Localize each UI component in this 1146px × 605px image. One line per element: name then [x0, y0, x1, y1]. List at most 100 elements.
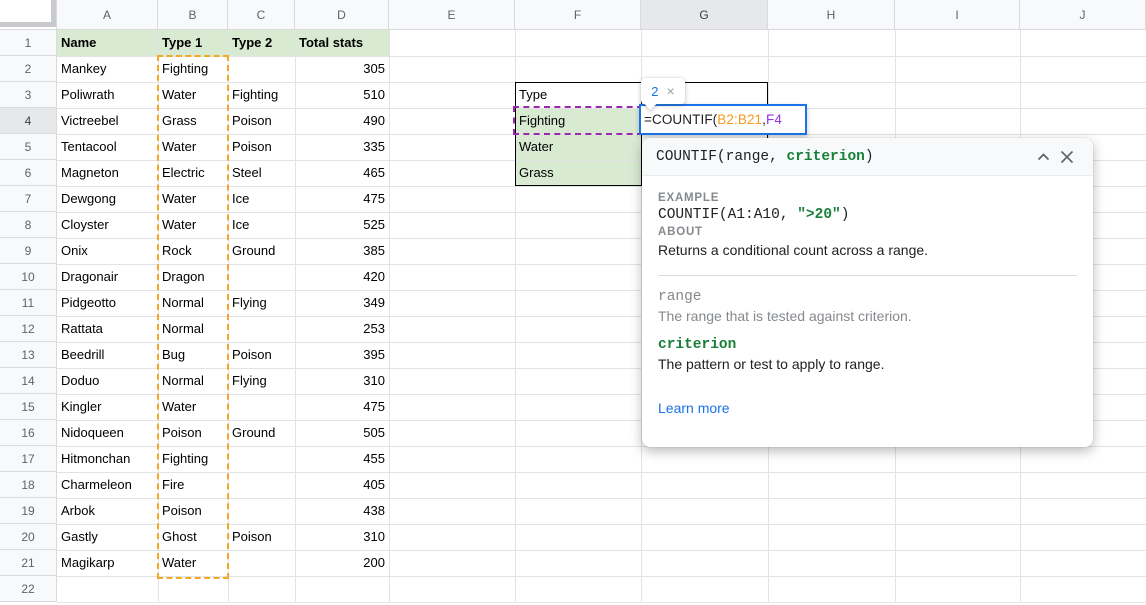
- cell-A19[interactable]: Arbok: [57, 498, 158, 524]
- row-header-11[interactable]: 11: [0, 290, 57, 316]
- cell-B4[interactable]: Grass: [158, 108, 228, 134]
- row-header-6[interactable]: 6: [0, 160, 57, 186]
- cell-B20[interactable]: Ghost: [158, 524, 228, 550]
- cell-D21[interactable]: 200: [295, 550, 389, 576]
- cell-C1[interactable]: Type 2: [228, 30, 295, 56]
- cell-D9[interactable]: 385: [295, 238, 389, 264]
- row-header-9[interactable]: 9: [0, 238, 57, 264]
- cell-B3[interactable]: Water: [158, 82, 228, 108]
- column-header-J[interactable]: J: [1020, 0, 1146, 30]
- cell-C7[interactable]: Ice: [228, 186, 295, 212]
- cell-B19[interactable]: Poison: [158, 498, 228, 524]
- cell-A6[interactable]: Magneton: [57, 160, 158, 186]
- cell-A16[interactable]: Nidoqueen: [57, 420, 158, 446]
- row-header-12[interactable]: 12: [0, 316, 57, 342]
- cell-A18[interactable]: Charmeleon: [57, 472, 158, 498]
- cell-A4[interactable]: Victreebel: [57, 108, 158, 134]
- cell-B2[interactable]: Fighting: [158, 56, 228, 82]
- cell-B10[interactable]: Dragon: [158, 264, 228, 290]
- select-all-corner[interactable]: [0, 0, 57, 30]
- cell-B21[interactable]: Water: [158, 550, 228, 576]
- row-header-20[interactable]: 20: [0, 524, 57, 550]
- column-header-H[interactable]: H: [768, 0, 895, 30]
- row-header-17[interactable]: 17: [0, 446, 57, 472]
- cell-C5[interactable]: Poison: [228, 134, 295, 160]
- cell-A13[interactable]: Beedrill: [57, 342, 158, 368]
- cell-A8[interactable]: Cloyster: [57, 212, 158, 238]
- row-header-15[interactable]: 15: [0, 394, 57, 420]
- column-header-I[interactable]: I: [895, 0, 1020, 30]
- cell-A12[interactable]: Rattata: [57, 316, 158, 342]
- cell-A14[interactable]: Doduo: [57, 368, 158, 394]
- cell-D20[interactable]: 310: [295, 524, 389, 550]
- cell-A11[interactable]: Pidgeotto: [57, 290, 158, 316]
- column-header-B[interactable]: B: [158, 0, 228, 30]
- column-header-A[interactable]: A: [57, 0, 158, 30]
- cell-D10[interactable]: 420: [295, 264, 389, 290]
- cell-F3[interactable]: Type: [515, 82, 641, 108]
- cell-D2[interactable]: 305: [295, 56, 389, 82]
- cell-D17[interactable]: 455: [295, 446, 389, 472]
- row-header-4[interactable]: 4: [0, 108, 57, 134]
- cell-B1[interactable]: Type 1: [158, 30, 228, 56]
- row-header-19[interactable]: 19: [0, 498, 57, 524]
- row-header-14[interactable]: 14: [0, 368, 57, 394]
- cell-B13[interactable]: Bug: [158, 342, 228, 368]
- cell-A20[interactable]: Gastly: [57, 524, 158, 550]
- cell-D13[interactable]: 395: [295, 342, 389, 368]
- cell-F4[interactable]: Fighting: [515, 108, 641, 134]
- cell-D4[interactable]: 490: [295, 108, 389, 134]
- cell-A17[interactable]: Hitmonchan: [57, 446, 158, 472]
- cell-A5[interactable]: Tentacool: [57, 134, 158, 160]
- cell-D16[interactable]: 505: [295, 420, 389, 446]
- cell-D3[interactable]: 510: [295, 82, 389, 108]
- cell-A9[interactable]: Onix: [57, 238, 158, 264]
- column-header-F[interactable]: F: [515, 0, 641, 30]
- cell-B6[interactable]: Electric: [158, 160, 228, 186]
- column-header-D[interactable]: D: [295, 0, 389, 30]
- row-header-13[interactable]: 13: [0, 342, 57, 368]
- chevron-up-icon[interactable]: [1031, 145, 1055, 169]
- cell-A2[interactable]: Mankey: [57, 56, 158, 82]
- cell-F6[interactable]: Grass: [515, 160, 641, 186]
- cell-A3[interactable]: Poliwrath: [57, 82, 158, 108]
- row-header-8[interactable]: 8: [0, 212, 57, 238]
- cell-C6[interactable]: Steel: [228, 160, 295, 186]
- cell-B16[interactable]: Poison: [158, 420, 228, 446]
- cell-A21[interactable]: Magikarp: [57, 550, 158, 576]
- learn-more-link[interactable]: Learn more: [658, 400, 730, 416]
- cell-C9[interactable]: Ground: [228, 238, 295, 264]
- row-header-3[interactable]: 3: [0, 82, 57, 108]
- cell-D14[interactable]: 310: [295, 368, 389, 394]
- formula-input[interactable]: =COUNTIF(B2:B21,F4: [639, 104, 807, 135]
- row-header-18[interactable]: 18: [0, 472, 57, 498]
- cell-D19[interactable]: 438: [295, 498, 389, 524]
- cell-C20[interactable]: Poison: [228, 524, 295, 550]
- cell-B8[interactable]: Water: [158, 212, 228, 238]
- cell-D12[interactable]: 253: [295, 316, 389, 342]
- cell-B17[interactable]: Fighting: [158, 446, 228, 472]
- cell-D7[interactable]: 475: [295, 186, 389, 212]
- row-header-16[interactable]: 16: [0, 420, 57, 446]
- cell-D18[interactable]: 405: [295, 472, 389, 498]
- cell-C4[interactable]: Poison: [228, 108, 295, 134]
- cell-D11[interactable]: 349: [295, 290, 389, 316]
- cell-B7[interactable]: Water: [158, 186, 228, 212]
- row-header-21[interactable]: 21: [0, 550, 57, 576]
- cell-B12[interactable]: Normal: [158, 316, 228, 342]
- cell-A10[interactable]: Dragonair: [57, 264, 158, 290]
- cell-D15[interactable]: 475: [295, 394, 389, 420]
- cell-F5[interactable]: Water: [515, 134, 641, 160]
- row-header-2[interactable]: 2: [0, 56, 57, 82]
- column-header-G[interactable]: G: [641, 0, 768, 30]
- row-header-22[interactable]: 22: [0, 576, 57, 602]
- cell-B11[interactable]: Normal: [158, 290, 228, 316]
- cell-D1[interactable]: Total stats: [295, 30, 389, 56]
- row-header-1[interactable]: 1: [0, 30, 57, 56]
- cell-C16[interactable]: Ground: [228, 420, 295, 446]
- cell-B15[interactable]: Water: [158, 394, 228, 420]
- row-header-5[interactable]: 5: [0, 134, 57, 160]
- cell-B14[interactable]: Normal: [158, 368, 228, 394]
- close-icon[interactable]: [1055, 145, 1079, 169]
- cell-D8[interactable]: 525: [295, 212, 389, 238]
